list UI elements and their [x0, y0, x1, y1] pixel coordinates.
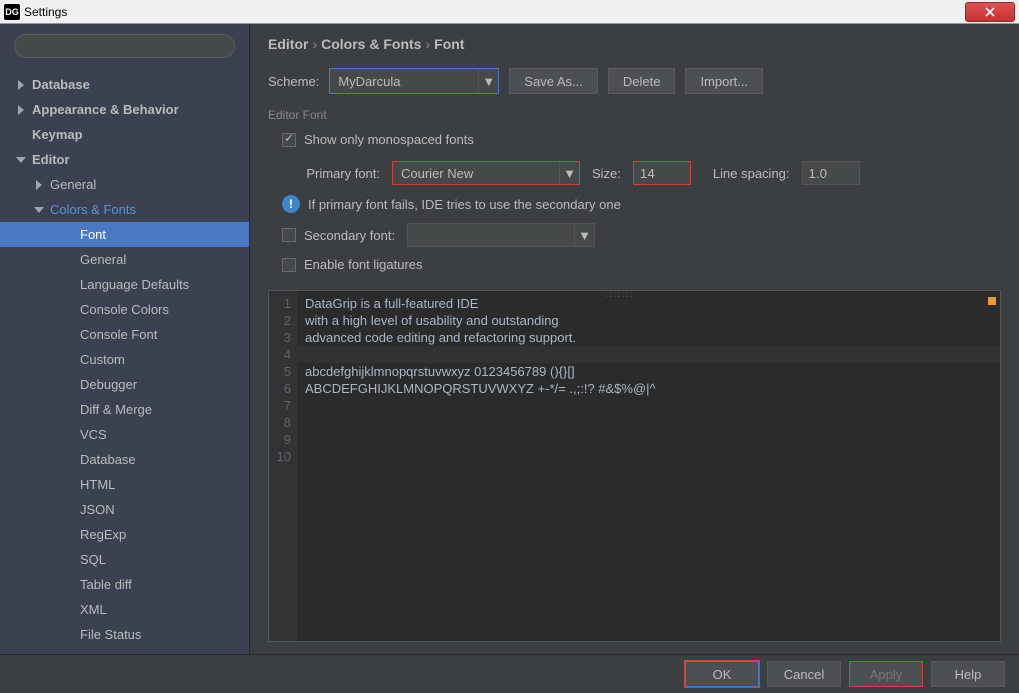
tree-item-language-defaults[interactable]: Language Defaults [0, 272, 249, 297]
tree-item-editor[interactable]: Editor [0, 147, 249, 172]
save-as-button[interactable]: Save As... [509, 68, 598, 94]
primary-font-label: Primary font: [298, 166, 380, 181]
tree-item-html[interactable]: HTML [0, 472, 249, 497]
size-input[interactable] [633, 161, 691, 185]
tree-item-diff-merge[interactable]: Diff & Merge [0, 397, 249, 422]
title-bar: DG Settings [0, 0, 1019, 24]
tree-item-json[interactable]: JSON [0, 497, 249, 522]
tree-item-xml[interactable]: XML [0, 597, 249, 622]
breadcrumb: Editor›Colors & Fonts›Font [268, 36, 1001, 52]
apply-button[interactable]: Apply [849, 661, 923, 687]
chevron-down-icon [16, 154, 28, 166]
size-label: Size: [592, 166, 621, 181]
tree-item-debugger[interactable]: Debugger [0, 372, 249, 397]
tree-item-general[interactable]: General [0, 172, 249, 197]
tree-item-colors-fonts[interactable]: Colors & Fonts [0, 197, 249, 222]
window-title: Settings [24, 5, 67, 19]
help-button[interactable]: Help [931, 661, 1005, 687]
dialog-button-bar: OK Cancel Apply Help [0, 654, 1019, 693]
tree-item-database[interactable]: Database [0, 72, 249, 97]
ligatures-checkbox[interactable] [282, 258, 296, 272]
settings-pane: Editor›Colors & Fonts›Font Scheme: MyDar… [250, 24, 1019, 654]
ligatures-row[interactable]: Enable font ligatures [282, 257, 1001, 272]
tree-item-general[interactable]: General [0, 247, 249, 272]
line-spacing-label: Line spacing: [713, 166, 790, 181]
tree-item-sql[interactable]: SQL [0, 547, 249, 572]
tree-item-appearance-behavior[interactable]: Appearance & Behavior [0, 97, 249, 122]
resize-grip[interactable]: ::::::: [605, 290, 635, 299]
scheme-combobox[interactable]: MyDarcula ▼ [329, 68, 499, 94]
tree-item-font[interactable]: Font [0, 222, 249, 247]
tree-item-console-colors[interactable]: Console Colors [0, 297, 249, 322]
show-mono-checkbox[interactable] [282, 133, 296, 147]
chevron-down-icon: ▼ [478, 69, 498, 93]
settings-search-input[interactable] [14, 34, 235, 58]
delete-button[interactable]: Delete [608, 68, 676, 94]
settings-tree[interactable]: DatabaseAppearance & BehaviorKeymapEdito… [0, 68, 249, 654]
secondary-font-checkbox[interactable] [282, 228, 296, 242]
tree-item-custom[interactable]: Custom [0, 347, 249, 372]
scheme-label: Scheme: [268, 74, 319, 89]
tree-item-table-diff[interactable]: Table diff [0, 572, 249, 597]
app-icon: DG [4, 4, 20, 20]
cancel-button[interactable]: Cancel [767, 661, 841, 687]
tree-item-database[interactable]: Database [0, 447, 249, 472]
chevron-right-icon [16, 79, 28, 91]
ok-button[interactable]: OK [685, 661, 759, 687]
tree-item-console-font[interactable]: Console Font [0, 322, 249, 347]
import-button[interactable]: Import... [685, 68, 763, 94]
chevron-right-icon [34, 179, 46, 191]
secondary-font-combobox[interactable]: ▼ [407, 223, 595, 247]
chevron-down-icon [34, 204, 46, 216]
settings-sidebar: DatabaseAppearance & BehaviorKeymapEdito… [0, 24, 250, 654]
tree-item-vcs[interactable]: VCS [0, 422, 249, 447]
secondary-font-row[interactable]: Secondary font: ▼ [282, 223, 1001, 247]
close-button[interactable] [965, 2, 1015, 22]
chevron-down-icon: ▼ [574, 224, 594, 246]
show-mono-row[interactable]: Show only monospaced fonts [282, 132, 1001, 147]
tree-item-file-status[interactable]: File Status [0, 622, 249, 647]
chevron-down-icon: ▼ [559, 162, 579, 184]
tree-item-regexp[interactable]: RegExp [0, 522, 249, 547]
font-preview: ::::::: 12345678910 DataGrip is a full-f… [268, 290, 1001, 642]
line-spacing-input[interactable] [802, 161, 860, 185]
chevron-right-icon [16, 104, 28, 116]
marker-icon [988, 297, 996, 305]
editor-font-group: Editor Font [268, 108, 1001, 122]
tree-item-keymap[interactable]: Keymap [0, 122, 249, 147]
primary-font-combobox[interactable]: Courier New ▼ [392, 161, 580, 185]
info-icon: ! [282, 195, 300, 213]
